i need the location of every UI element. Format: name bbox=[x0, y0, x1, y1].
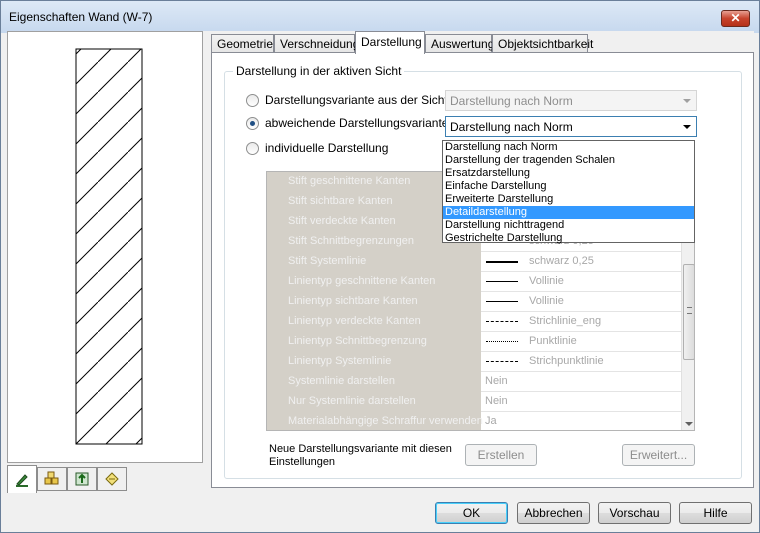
combo-value: Darstellung nach Norm bbox=[450, 120, 573, 134]
ok-button[interactable]: OK bbox=[435, 502, 508, 524]
chevron-down-icon bbox=[683, 99, 691, 103]
grid-property-value[interactable]: Nein bbox=[481, 372, 681, 392]
tab-geometrie[interactable]: Geometrie bbox=[211, 34, 274, 53]
tab-darstellung[interactable]: Darstellung bbox=[355, 31, 425, 54]
grid-property-value[interactable]: Strichlinie_eng bbox=[481, 312, 681, 332]
grid-property-value[interactable]: schwarz 0,25 bbox=[481, 252, 681, 272]
grid-property-name: Linientyp Schnittbegrenzung bbox=[267, 332, 481, 352]
preview-tab-pencil[interactable] bbox=[7, 465, 37, 493]
variant-combo[interactable]: Darstellung nach Norm bbox=[445, 116, 697, 137]
radio-circle[interactable] bbox=[246, 141, 259, 155]
dropdown-option[interactable]: Einfache Darstellung bbox=[443, 180, 694, 193]
grid-value-text: Punktlinie bbox=[529, 335, 577, 347]
grid-property-name: Materialabhängige Schraffur verwenden bbox=[267, 412, 483, 430]
radio-deviating-variant[interactable]: abweichende Darstellungsvariante bbox=[246, 116, 448, 130]
advanced-button[interactable]: Erweitert... bbox=[622, 444, 695, 466]
layers-up-icon bbox=[75, 472, 89, 486]
table-row: Linientyp Schnittbegrenzung Punktlinie bbox=[267, 332, 681, 352]
dropdown-option[interactable]: Darstellung nach Norm bbox=[443, 141, 694, 154]
title-bar[interactable]: Eigenschaften Wand (W-7) ✕ bbox=[1, 1, 759, 33]
line-style-icon bbox=[486, 361, 518, 362]
group-legend: Darstellung in der aktiven Sicht bbox=[233, 64, 405, 78]
tab-verschneidung[interactable]: Verschneidung bbox=[274, 34, 359, 53]
grid-property-value[interactable]: Vollinie bbox=[481, 292, 681, 312]
dropdown-option[interactable]: Detaildarstellung bbox=[443, 206, 694, 219]
grid-property-name: Stift Systemlinie bbox=[267, 252, 481, 272]
table-row: Linientyp sichtbare Kanten Vollinie bbox=[267, 292, 681, 312]
preview-tab-strip bbox=[7, 465, 203, 495]
grid-value-text: Strichlinie_eng bbox=[529, 315, 602, 327]
table-row: Linientyp verdeckte Kanten Strichlinie_en… bbox=[267, 312, 681, 332]
radio-circle-checked[interactable] bbox=[246, 116, 259, 130]
radio-circle[interactable] bbox=[246, 93, 259, 107]
pencil-ruler-icon bbox=[16, 473, 28, 487]
dropdown-option[interactable]: Darstellung nichttragend bbox=[443, 219, 694, 232]
dropdown-option[interactable]: Gestrichelte Darstellung bbox=[443, 232, 694, 245]
variant-dropdown-list: Darstellung nach Norm Darstellung der tra… bbox=[442, 140, 695, 245]
table-row: Linientyp geschnittene Kanten Vollinie bbox=[267, 272, 681, 292]
grid-property-value[interactable]: Vollinie bbox=[481, 272, 681, 292]
window-title: Eigenschaften Wand (W-7) bbox=[9, 10, 153, 24]
radio-label: abweichende Darstellungsvariante bbox=[265, 116, 449, 130]
table-row: Systemlinie darstellen Nein bbox=[267, 372, 681, 392]
table-row: Materialabhängige Schraffur verwenden Ja bbox=[267, 412, 681, 430]
hatched-wall-icon bbox=[75, 48, 143, 445]
dropdown-option[interactable]: Erweiterte Darstellung bbox=[443, 193, 694, 206]
grid-property-value[interactable]: Strichpunktlinie bbox=[481, 352, 681, 372]
grid-property-value[interactable]: Nein bbox=[481, 392, 681, 412]
grid-value-text: Nein bbox=[485, 375, 508, 387]
radio-label: individuelle Darstellung bbox=[265, 141, 389, 155]
grid-property-name: Linientyp sichtbare Kanten bbox=[267, 292, 481, 312]
grip-icon bbox=[687, 307, 692, 314]
grid-property-value[interactable]: Ja bbox=[481, 412, 681, 430]
help-button[interactable]: Hilfe bbox=[679, 502, 752, 524]
view-variant-combo: Darstellung nach Norm bbox=[445, 90, 697, 111]
grid-value-text: Vollinie bbox=[529, 295, 564, 307]
radio-label: Darstellungsvariante aus der Sicht bbox=[265, 93, 448, 107]
table-row: Linientyp Systemlinie Strichpunktlinie bbox=[267, 352, 681, 372]
grid-value-text: Nein bbox=[485, 395, 508, 407]
preview-button[interactable]: Vorschau bbox=[598, 502, 671, 524]
grid-property-name: Linientyp geschnittene Kanten bbox=[267, 272, 481, 292]
wall-preview bbox=[7, 31, 203, 463]
preview-tab-note[interactable] bbox=[97, 467, 127, 491]
grid-value-text: schwarz 0,25 bbox=[529, 255, 594, 267]
grid-property-name: Systemlinie darstellen bbox=[267, 372, 481, 392]
blocks-icon bbox=[44, 471, 59, 485]
grid-value-text: Ja bbox=[485, 415, 497, 427]
tab-auswertung[interactable]: Auswertung bbox=[425, 34, 494, 53]
line-style-icon bbox=[486, 321, 518, 322]
grid-property-name: Nur Systemlinie darstellen bbox=[267, 392, 481, 412]
radio-individual[interactable]: individuelle Darstellung bbox=[246, 141, 388, 155]
table-row: Stift Systemlinie schwarz 0,25 bbox=[267, 252, 681, 272]
dropdown-option[interactable]: Darstellung der tragenden Schalen bbox=[443, 154, 694, 167]
preview-tab-layers[interactable] bbox=[67, 467, 97, 491]
note-icon bbox=[105, 472, 119, 486]
line-style-icon bbox=[486, 261, 518, 263]
dropdown-option[interactable]: Ersatzdarstellung bbox=[443, 167, 694, 180]
combo-value: Darstellung nach Norm bbox=[450, 94, 573, 108]
scroll-down-icon[interactable] bbox=[685, 422, 693, 426]
close-button[interactable]: ✕ bbox=[721, 10, 750, 27]
new-variant-label: Neue Darstellungsvariante mit diesen Ein… bbox=[269, 443, 452, 468]
table-row: Nur Systemlinie darstellen Nein bbox=[267, 392, 681, 412]
preview-tab-blocks[interactable] bbox=[37, 467, 67, 491]
radio-view-variant[interactable]: Darstellungsvariante aus der Sicht bbox=[246, 93, 448, 107]
grid-property-value[interactable]: Punktlinie bbox=[481, 332, 681, 352]
properties-dialog: Eigenschaften Wand (W-7) ✕ Geometrie Ver… bbox=[0, 0, 760, 533]
line-style-icon bbox=[486, 281, 518, 282]
grid-value-text: Vollinie bbox=[529, 275, 564, 287]
dropdown-items: Darstellung nach Norm Darstellung der tra… bbox=[443, 141, 694, 245]
cancel-button[interactable]: Abbrechen bbox=[517, 502, 590, 524]
line-style-icon bbox=[486, 341, 518, 342]
scrollbar-thumb[interactable] bbox=[683, 264, 694, 360]
grid-value-text: Strichpunktlinie bbox=[529, 355, 604, 367]
grid-property-name: Linientyp verdeckte Kanten bbox=[267, 312, 481, 332]
create-button[interactable]: Erstellen bbox=[465, 444, 537, 466]
line-style-icon bbox=[486, 301, 518, 302]
tab-objektsichtbarkeit[interactable]: Objektsichtbarkeit bbox=[492, 34, 593, 53]
chevron-down-icon[interactable] bbox=[683, 125, 691, 129]
grid-property-name: Linientyp Systemlinie bbox=[267, 352, 481, 372]
